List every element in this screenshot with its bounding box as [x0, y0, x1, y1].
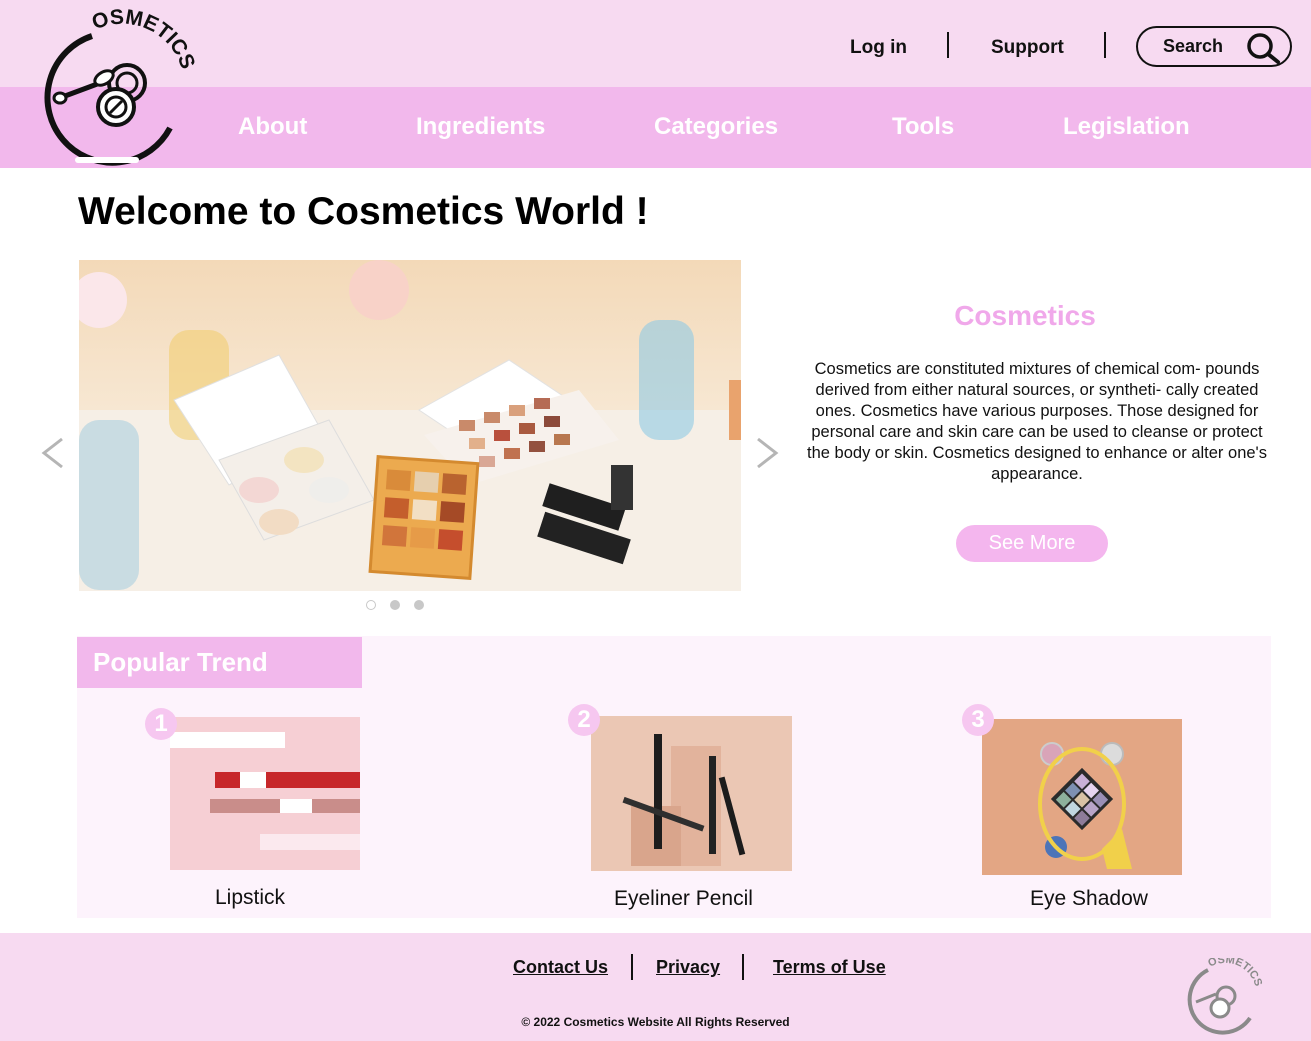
product-name: Eyeliner Pencil	[614, 887, 753, 910]
page-title: Welcome to Cosmetics World !	[78, 190, 649, 233]
nav-item-legislation[interactable]: Legislation	[1063, 113, 1190, 141]
search-label: Search	[1163, 36, 1224, 56]
info-body: Cosmetics are constituted mixtures of ch…	[807, 360, 1267, 483]
login-link[interactable]: Log in	[850, 37, 907, 59]
copyright-text: © 2022 Cosmetics Website All Rights Rese…	[521, 1015, 790, 1029]
lipstick-image	[170, 717, 360, 870]
terms-of-use-link[interactable]: Terms of Use	[773, 957, 886, 978]
hero-image	[79, 260, 741, 591]
logo-text: OSMETICS	[89, 8, 199, 72]
footer-logo: OSMETICS	[1187, 958, 1262, 1035]
carousel-slide[interactable]	[79, 260, 741, 591]
eyeliner-image	[591, 716, 792, 871]
carousel-dot[interactable]	[414, 600, 424, 610]
svg-text:OSMETICS: OSMETICS	[1206, 958, 1262, 988]
search-button[interactable]: Search	[1136, 26, 1292, 67]
carousel-dots	[366, 600, 424, 610]
header-divider	[947, 32, 949, 58]
rank-badge: 1	[145, 708, 177, 740]
nav-item-ingredients[interactable]: Ingredients	[416, 113, 545, 141]
brand-logo[interactable]: OSMETICS	[30, 8, 200, 168]
chevron-right-icon[interactable]	[752, 433, 782, 473]
carousel-dot[interactable]	[366, 600, 376, 610]
product-name: Eye Shadow	[1030, 887, 1148, 910]
product-name: Lipstick	[215, 886, 286, 909]
rank-badge: 2	[568, 704, 600, 736]
header-divider	[1104, 32, 1106, 58]
info-title: Cosmetics	[954, 300, 1096, 331]
eye-shadow-image	[982, 719, 1182, 875]
nav-item-tools[interactable]: Tools	[892, 113, 954, 141]
carousel-dot[interactable]	[390, 600, 400, 610]
privacy-link[interactable]: Privacy	[656, 957, 720, 978]
nav-item-about[interactable]: About	[238, 113, 307, 141]
footer-divider	[631, 954, 633, 980]
chevron-left-icon[interactable]	[38, 433, 68, 473]
popular-trend-heading: Popular Trend	[77, 637, 362, 688]
rank-badge: 3	[962, 704, 994, 736]
support-link[interactable]: Support	[991, 37, 1064, 59]
nav-item-categories[interactable]: Categories	[654, 113, 778, 141]
footer-divider	[742, 954, 744, 980]
logo-underline	[75, 157, 139, 163]
search-icon	[1247, 33, 1280, 64]
see-more-button[interactable]: See More	[956, 525, 1108, 562]
contact-us-link[interactable]: Contact Us	[513, 957, 608, 978]
